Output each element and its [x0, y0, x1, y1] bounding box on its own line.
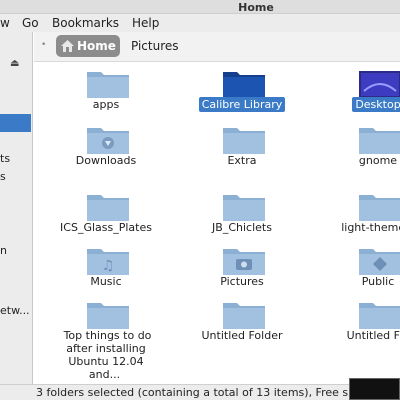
path-scroll-left-icon[interactable]: •: [41, 40, 46, 50]
desktop-thumbnail: [349, 378, 400, 400]
file-label: ICS_Glass_Plates: [60, 221, 152, 234]
pictures-folder-icon: [223, 249, 265, 275]
menu-help[interactable]: Help: [132, 16, 159, 30]
file-label: Pictures: [220, 275, 264, 288]
file-label: Music: [90, 275, 122, 288]
music-folder-icon: ♫: [87, 249, 129, 275]
path-bar: • Home Pictures: [34, 32, 400, 62]
folder-icon: [359, 128, 400, 154]
sidebar-item[interactable]: s: [0, 170, 6, 183]
breadcrumb-home-label: Home: [77, 39, 116, 53]
file-label: Downloads: [75, 154, 137, 167]
desktop-folder-icon: [359, 71, 400, 98]
folder-icon: [87, 303, 129, 329]
breadcrumb-home[interactable]: Home: [56, 35, 120, 57]
file-label: Top things to do after installing Ubuntu…: [63, 329, 152, 381]
file-label: gnome: [358, 154, 398, 167]
sidebar-selected-item[interactable]: [0, 114, 31, 132]
menu-view[interactable]: w: [0, 16, 10, 30]
breadcrumb-pictures[interactable]: Pictures: [131, 39, 179, 53]
sidebar-item[interactable]: ts: [0, 152, 10, 165]
folder-icon: [359, 303, 400, 329]
eject-icon[interactable]: ⏏: [10, 58, 19, 69]
folder-icon: [87, 72, 129, 98]
status-bar: 3 folders selected (containing a total o…: [34, 384, 400, 400]
file-label: JB_Chiclets: [212, 221, 272, 234]
home-icon: [61, 40, 74, 52]
downloads-folder-icon: [87, 128, 129, 154]
menu-bookmarks[interactable]: Bookmarks: [52, 16, 119, 30]
file-label: Public: [361, 275, 395, 288]
file-label: Untitled Folder: [201, 329, 283, 342]
file-label: Calibre Library: [198, 97, 286, 112]
places-sidebar: ⏏ ts s n etw...: [0, 32, 33, 384]
file-label: Extra: [227, 154, 257, 167]
folder-icon: [223, 128, 265, 154]
folder-icon: [223, 195, 265, 221]
status-text: 3 folders selected (containing a total o…: [36, 386, 379, 399]
file-label: apps: [92, 98, 120, 111]
public-folder-icon: [359, 249, 400, 275]
window-titlebar: Home: [0, 0, 400, 14]
folder-icon: [223, 303, 265, 329]
sidebar-item[interactable]: etw...: [0, 304, 30, 317]
file-label: Desktop: [352, 97, 400, 112]
file-icon-view: apps Calibre Library Desktop Downloads E…: [34, 62, 400, 384]
window-title: Home: [238, 1, 274, 14]
folder-icon: [359, 195, 400, 221]
status-bar-left: [0, 384, 34, 400]
file-label: Untitled Fol: [346, 329, 400, 342]
folder-dark-icon: [223, 72, 265, 98]
menu-go[interactable]: Go: [22, 16, 39, 30]
file-label: light-themes-: [341, 221, 400, 234]
sidebar-item[interactable]: n: [0, 244, 7, 257]
svg-text:♫: ♫: [102, 258, 115, 274]
folder-icon: [87, 195, 129, 221]
menu-bar: w Go Bookmarks Help: [0, 14, 400, 32]
